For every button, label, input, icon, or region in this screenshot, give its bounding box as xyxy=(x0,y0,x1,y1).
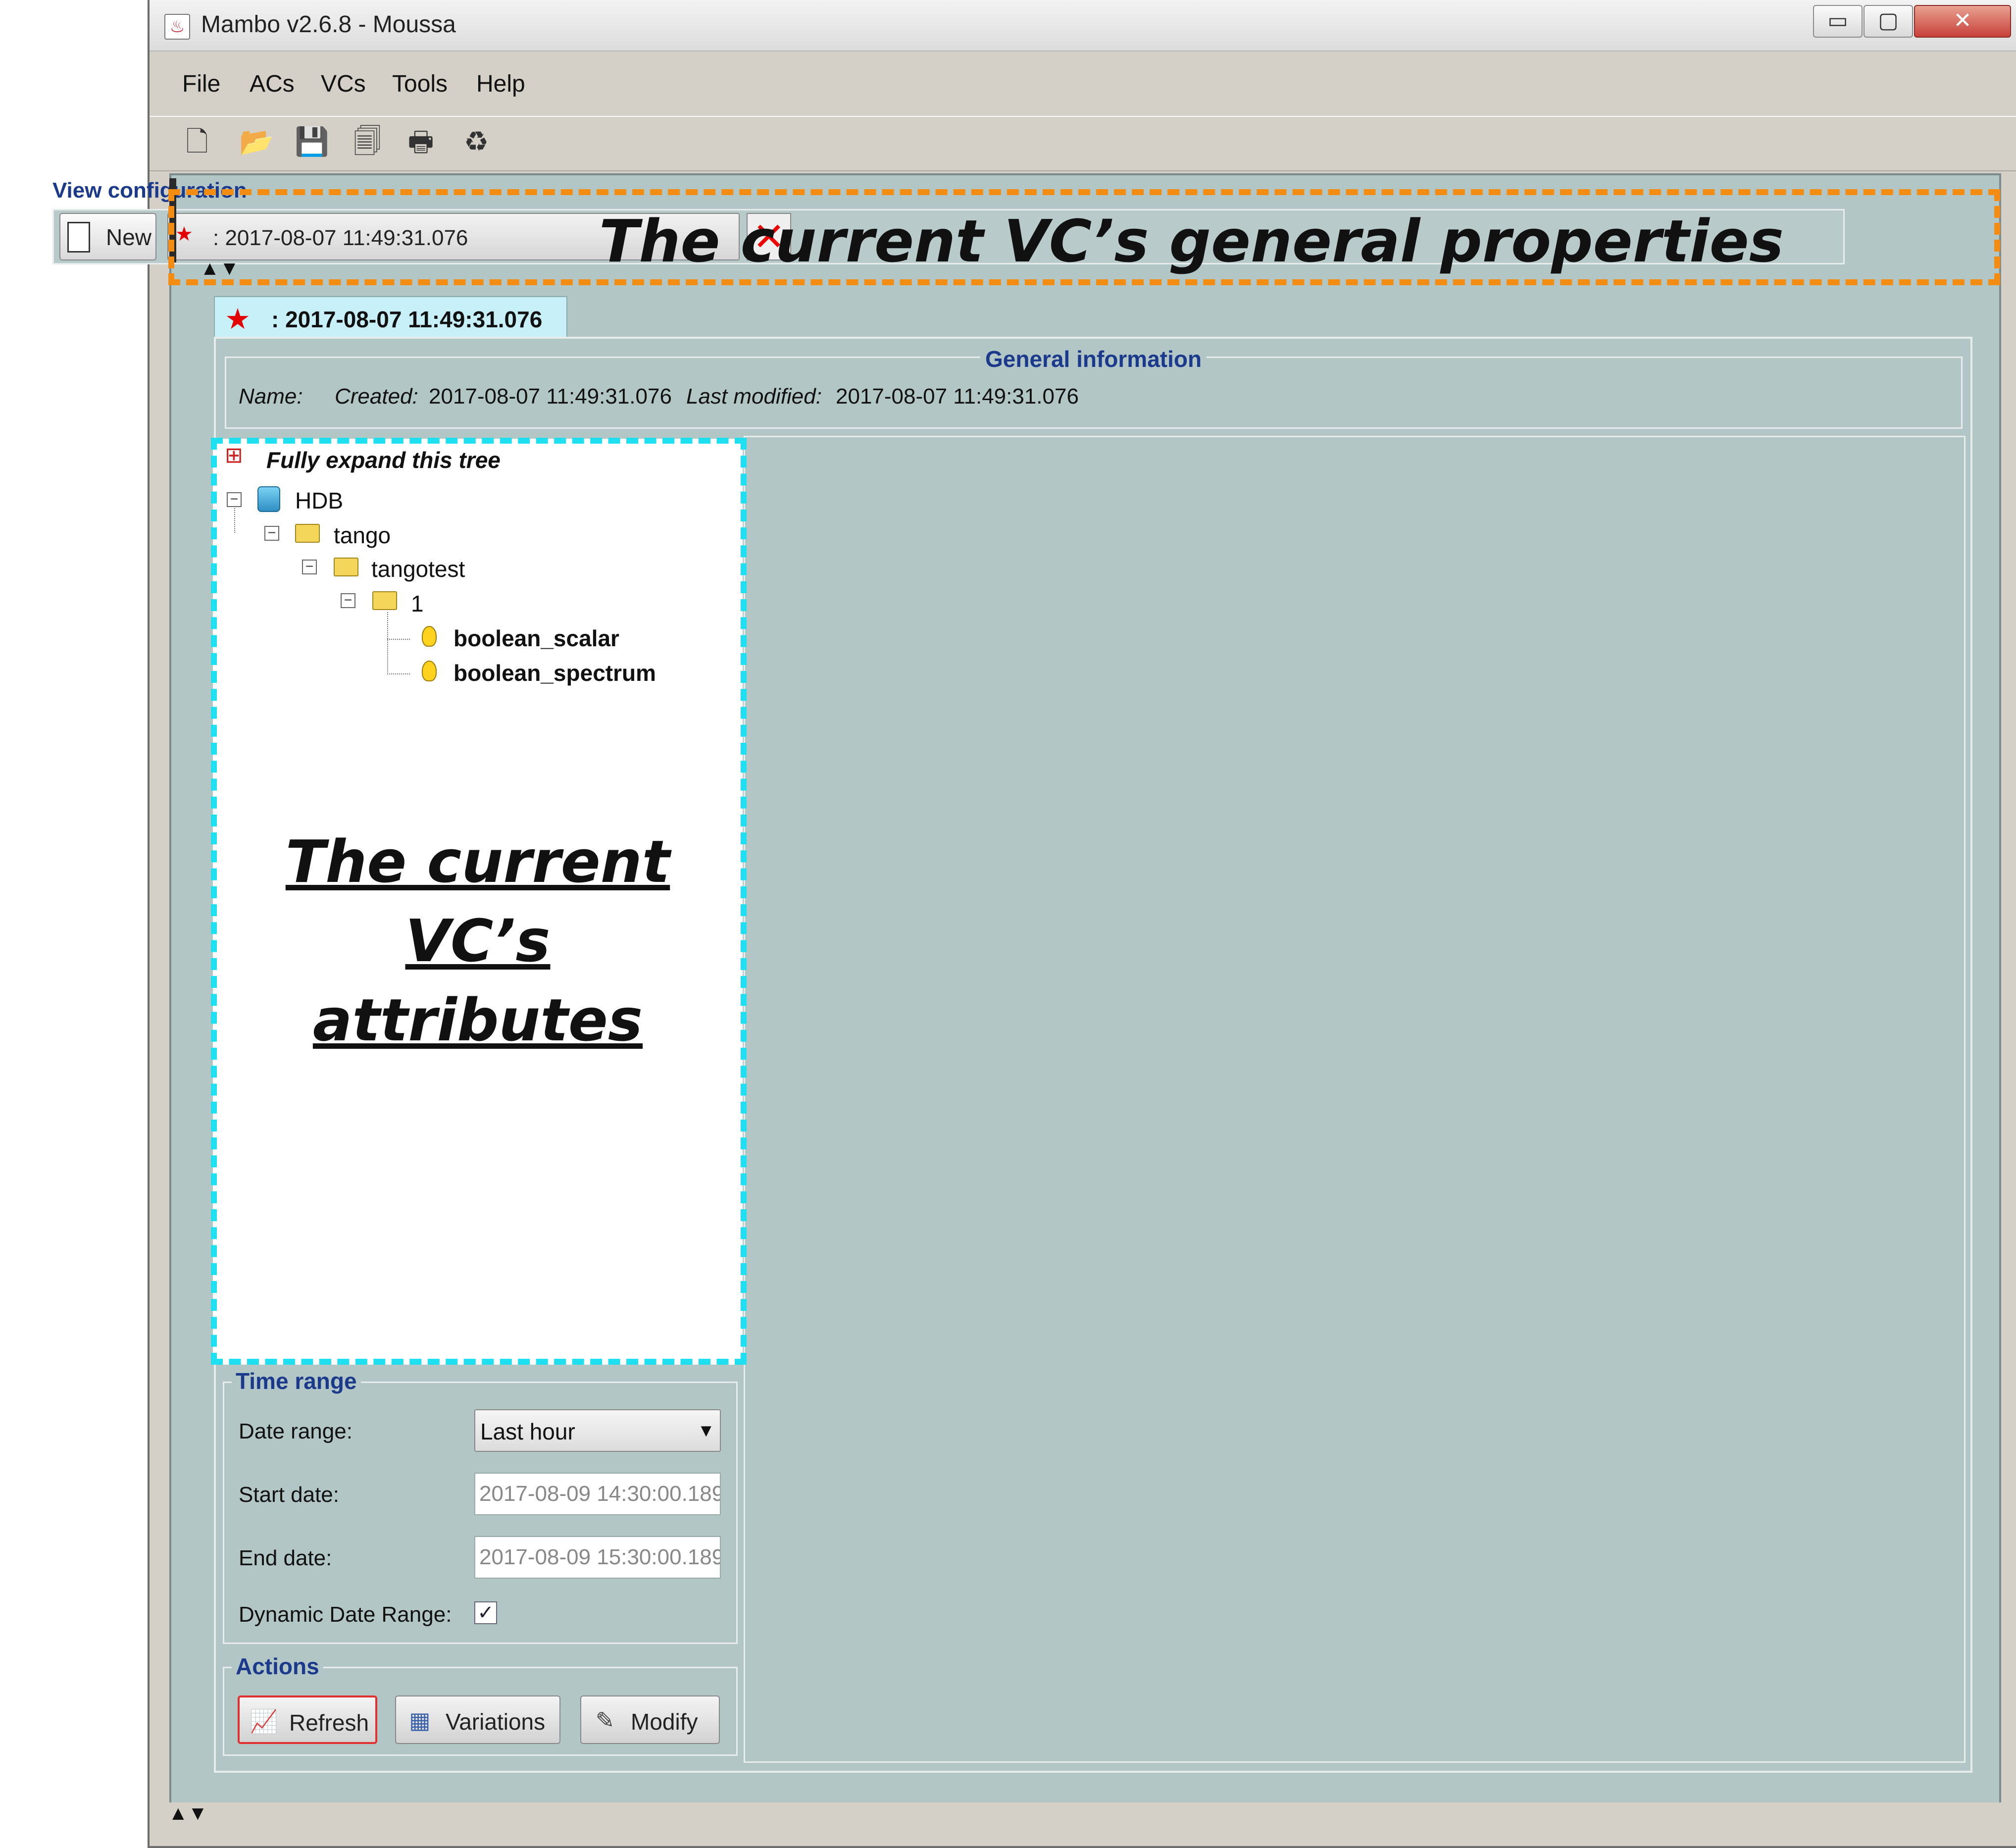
variations-button[interactable]: ▦ Variations xyxy=(395,1695,560,1744)
annotation-attributes: The current VC’s attributes xyxy=(213,822,743,1060)
bottom-split-bar[interactable] xyxy=(169,1802,2001,1827)
new-document-icon xyxy=(67,222,90,253)
chevron-down-icon: ▼ xyxy=(697,1420,715,1440)
new-file-icon[interactable]: 🗋 xyxy=(179,124,215,159)
minimize-button[interactable]: ▭ xyxy=(1813,5,1863,38)
save-all-icon[interactable]: 🗐 xyxy=(350,124,385,159)
name-label: Name: xyxy=(239,384,303,409)
window-title: Mambo v2.6.8 - Moussa xyxy=(201,11,456,38)
modify-button[interactable]: ✎ Modify xyxy=(580,1695,720,1744)
refresh-chart-icon: 📈 xyxy=(250,1708,278,1734)
date-range-value: Last hour xyxy=(480,1419,575,1444)
maximize-button[interactable]: ▢ xyxy=(1864,5,1913,38)
last-modified-label: Last modified: xyxy=(686,384,822,409)
variations-label: Variations xyxy=(446,1709,546,1735)
annotation-general-properties: The current VC’s general properties xyxy=(599,207,1784,275)
general-information-title: General information xyxy=(980,346,1207,372)
menu-tools[interactable]: Tools xyxy=(392,70,448,98)
menu-vcs[interactable]: VCs xyxy=(321,70,366,98)
tab-vc-label: : 2017-08-07 11:49:31.076 xyxy=(271,307,543,332)
date-range-select[interactable]: Last hour ▼ xyxy=(474,1409,721,1452)
annotation-attributes-line1: The current VC’s xyxy=(285,827,670,975)
edit-icon: ✎ xyxy=(595,1707,615,1733)
dynamic-date-range-checkbox[interactable]: ✓ xyxy=(474,1601,497,1624)
table-icon: ▦ xyxy=(409,1707,431,1733)
created-value: 2017-08-07 11:49:31.076 xyxy=(429,384,672,409)
print-icon[interactable]: 🖶 xyxy=(403,124,439,159)
tab-vc[interactable]: ★ : 2017-08-07 11:49:31.076 xyxy=(214,296,567,338)
title-bar: ♨ Mambo v2.6.8 - Moussa ▭ ▢ ✕ xyxy=(150,0,2016,51)
modify-label: Modify xyxy=(631,1709,698,1735)
end-date-field[interactable]: 2017-08-09 15:30:00.189 xyxy=(474,1536,721,1579)
time-range-title: Time range xyxy=(232,1368,361,1394)
start-date-label: Start date: xyxy=(239,1483,340,1507)
menu-help[interactable]: Help xyxy=(476,70,525,98)
refresh-button[interactable]: 📈 Refresh xyxy=(238,1695,377,1744)
menu-file[interactable]: File xyxy=(182,70,220,98)
open-folder-icon[interactable]: 📂 xyxy=(239,124,274,159)
actions-title: Actions xyxy=(232,1653,323,1680)
new-vc-button[interactable]: New xyxy=(59,213,156,260)
star-icon: ★ xyxy=(225,303,251,335)
new-vc-label: New xyxy=(106,224,152,250)
recycle-icon[interactable]: ♻ xyxy=(458,124,494,159)
chart-panel xyxy=(744,436,1966,1763)
refresh-label: Refresh xyxy=(289,1710,369,1736)
java-cup-icon: ♨ xyxy=(164,14,190,40)
end-date-label: End date: xyxy=(239,1546,332,1570)
save-icon[interactable]: 💾 xyxy=(294,124,330,159)
menu-acs[interactable]: ACs xyxy=(250,70,295,98)
annotation-attributes-line2: attributes xyxy=(312,986,643,1054)
created-label: Created: xyxy=(335,384,418,409)
close-button[interactable]: ✕ xyxy=(1914,5,2011,38)
last-modified-value: 2017-08-07 11:49:31.076 xyxy=(836,384,1079,409)
date-range-label: Date range: xyxy=(239,1419,353,1443)
dynamic-date-range-label: Dynamic Date Range: xyxy=(239,1602,452,1627)
start-date-field[interactable]: 2017-08-09 14:30:00.189 xyxy=(474,1473,721,1515)
split-toggle-arrows-bottom[interactable]: ▲▼ xyxy=(168,1802,207,1825)
